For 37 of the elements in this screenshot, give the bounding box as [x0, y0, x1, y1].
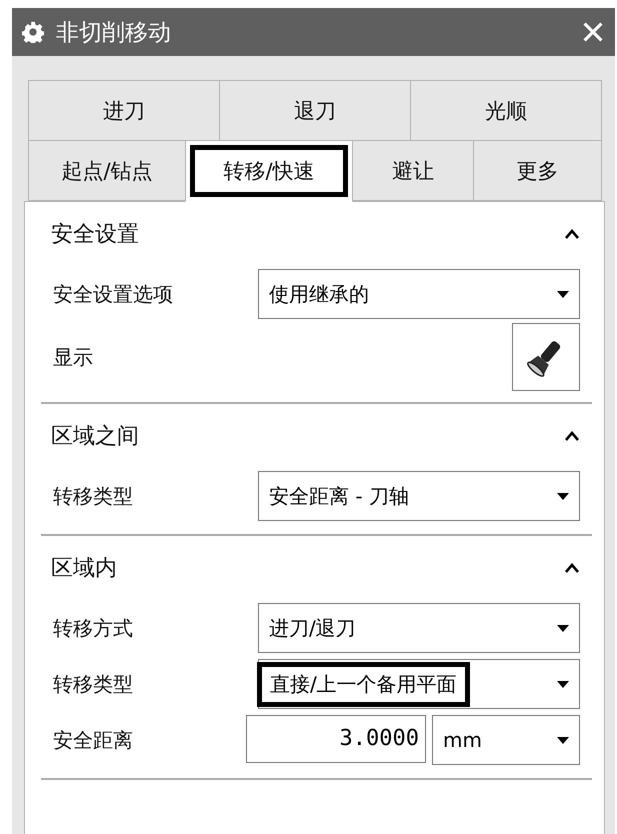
tab[interactable]: 转移/快速 — [185, 140, 353, 202]
section-title: 安全设置 — [51, 221, 139, 249]
field-label: 安全距离 — [53, 726, 134, 754]
field-label: 转移方式 — [53, 614, 134, 642]
section-title: 区域之间 — [51, 423, 139, 451]
chevron-icon[interactable] — [564, 562, 580, 574]
tab[interactable]: 更多 — [473, 140, 602, 201]
tab[interactable]: 进刀 — [28, 80, 220, 141]
dropdown[interactable]: 使用继承的 — [258, 269, 580, 319]
number-field[interactable]: 3.0000 — [246, 715, 426, 763]
field-label: 转移类型 — [53, 482, 134, 510]
tab[interactable]: 起点/钻点 — [28, 140, 186, 201]
dropdown-value: 安全距离 - 刀轴 — [268, 482, 410, 510]
display-button[interactable] — [512, 323, 580, 391]
window-title: 非切削移动 — [56, 18, 172, 48]
dropdown-value: 使用继承的 — [268, 280, 370, 308]
caret-icon — [557, 624, 569, 632]
dropdown-value: 进刀/退刀 — [268, 614, 357, 642]
caret-icon — [557, 492, 569, 500]
dropdown[interactable]: 安全距离 - 刀轴 — [258, 471, 580, 521]
dropdown[interactable]: 进刀/退刀 — [258, 603, 580, 653]
field-label: 转移类型 — [53, 670, 134, 698]
unit-dropdown[interactable]: mm — [432, 715, 580, 765]
caret-icon — [557, 736, 569, 744]
close-icon[interactable] — [581, 20, 605, 44]
chevron-icon[interactable] — [564, 430, 580, 442]
caret-icon — [557, 680, 569, 688]
field-label: 显示 — [53, 344, 94, 370]
gear-icon — [22, 21, 44, 43]
caret-icon — [557, 290, 569, 298]
dropdown-value: 直接/上一个备用平面 — [257, 662, 470, 706]
unit-value: mm — [443, 728, 482, 752]
tab[interactable]: 光顺 — [410, 80, 602, 141]
chevron-icon[interactable] — [564, 228, 580, 240]
field-label: 安全设置选项 — [53, 280, 174, 308]
section-title: 区域内 — [51, 555, 117, 583]
dropdown[interactable]: 直接/上一个备用平面 — [258, 659, 580, 709]
